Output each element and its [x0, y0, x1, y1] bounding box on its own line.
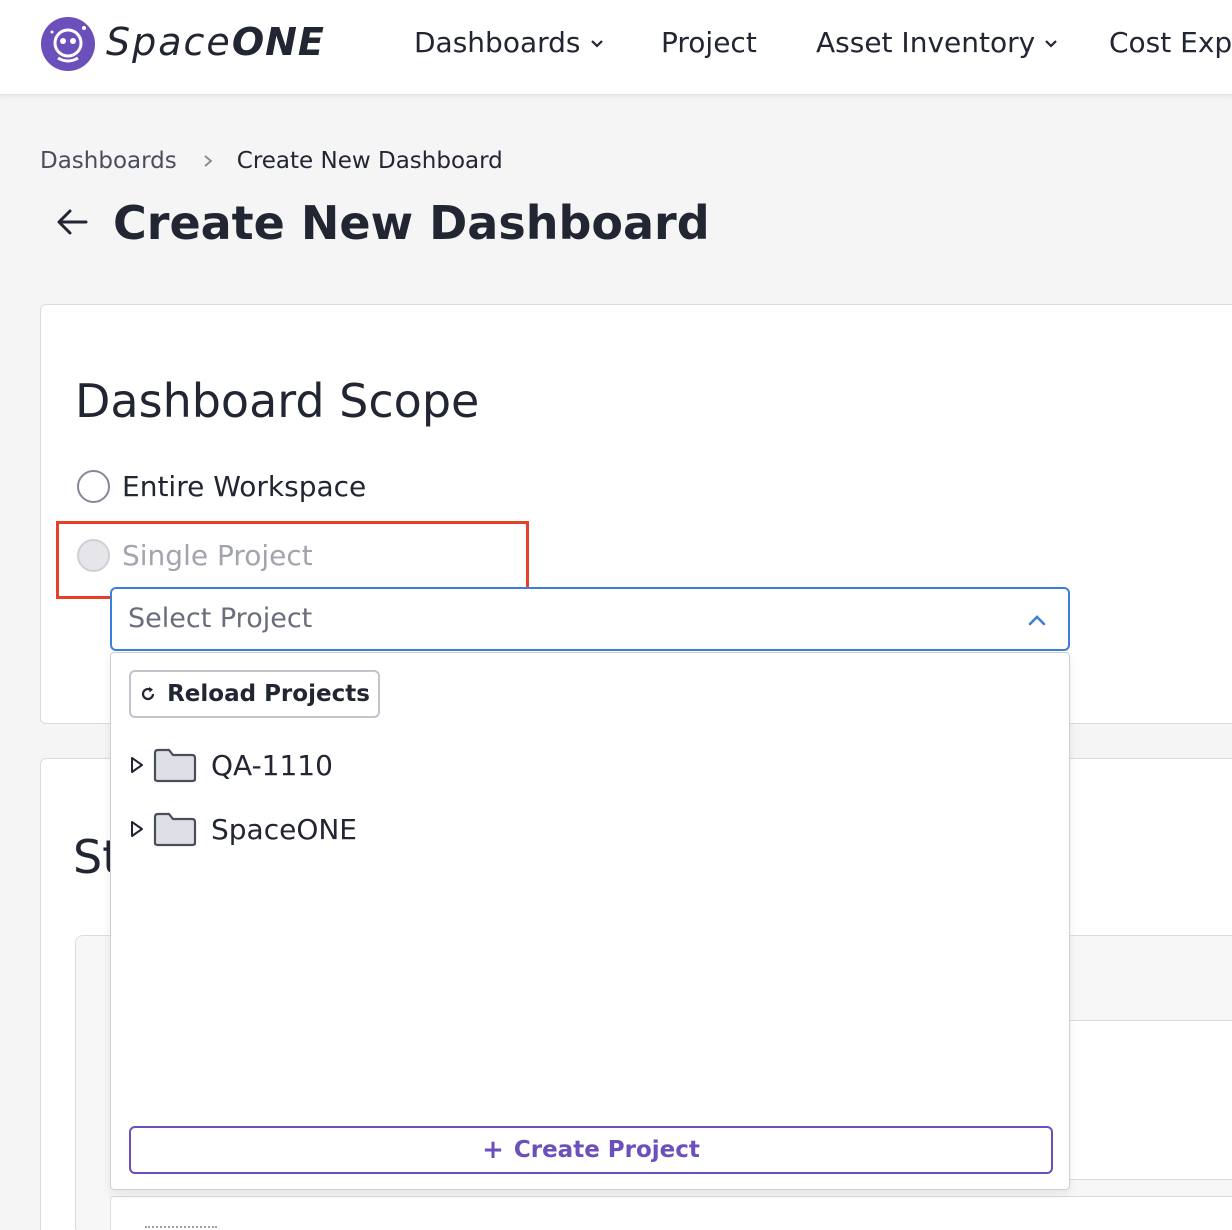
back-arrow-icon[interactable] — [54, 204, 90, 240]
inner-panel-block — [110, 1196, 1232, 1230]
tree-item-spaceone[interactable]: SpaceONE — [129, 811, 357, 847]
reload-projects-label: Reload Projects — [167, 681, 370, 707]
plus-icon: + — [482, 1135, 504, 1165]
logo-wordmark[interactable]: SpaceONE — [106, 20, 325, 64]
reload-projects-button[interactable]: Reload Projects — [129, 670, 380, 718]
nav-item-project[interactable]: Project — [661, 26, 757, 59]
refresh-icon — [142, 687, 155, 701]
tree-item-label: SpaceONE — [211, 812, 358, 846]
chevron-up-icon — [1028, 615, 1046, 626]
spaceone-logo-icon[interactable] — [40, 16, 96, 72]
nav-item-cost-explorer[interactable]: Cost Explo — [1109, 26, 1232, 59]
folder-icon — [153, 812, 197, 847]
folder-icon — [153, 748, 197, 783]
top-navigation-bar: SpaceONE Dashboards Project Asset Invent… — [0, 0, 1232, 95]
dotted-divider — [145, 1226, 217, 1228]
chevron-right-icon — [204, 155, 213, 167]
select-placeholder: Select Project — [128, 603, 313, 634]
nav-item-label: Cost Explo — [1109, 26, 1232, 59]
project-select-dropdown[interactable]: Select Project — [110, 587, 1070, 651]
section-title-dashboard-scope: Dashboard Scope — [75, 374, 480, 428]
logo-text-thin: Space — [106, 20, 232, 64]
nav-item-label: Asset Inventory — [816, 26, 1036, 59]
breadcrumb-link-dashboards[interactable]: Dashboards — [40, 148, 177, 174]
nav-item-asset-inventory[interactable]: Asset Inventory — [816, 26, 1059, 59]
tree-item-label: QA-1110 — [211, 748, 333, 782]
radio-label: Entire Workspace — [122, 470, 367, 503]
expand-triangle-icon[interactable] — [129, 820, 145, 838]
logo-text-bold: ONE — [231, 20, 325, 64]
radio-entire-workspace[interactable]: Entire Workspace — [77, 470, 366, 503]
chevron-down-icon — [1045, 39, 1057, 48]
create-project-label: Create Project — [513, 1137, 700, 1163]
expand-triangle-icon[interactable] — [129, 756, 145, 774]
chevron-down-icon — [590, 39, 603, 48]
nav-item-dashboards[interactable]: Dashboards — [414, 26, 605, 59]
breadcrumb: Dashboards Create New Dashboard — [40, 148, 503, 174]
nav-item-label: Dashboards — [414, 26, 581, 59]
create-project-button[interactable]: + Create Project — [129, 1126, 1053, 1174]
nav-item-label: Project — [661, 26, 757, 59]
project-dropdown-menu: Reload Projects QA-1110 SpaceONE + Creat… — [110, 652, 1070, 1190]
radio-button[interactable] — [77, 470, 110, 503]
tree-item-qa-1110[interactable]: QA-1110 — [129, 747, 333, 783]
page-title: Create New Dashboard — [113, 196, 710, 250]
breadcrumb-current: Create New Dashboard — [236, 148, 503, 174]
